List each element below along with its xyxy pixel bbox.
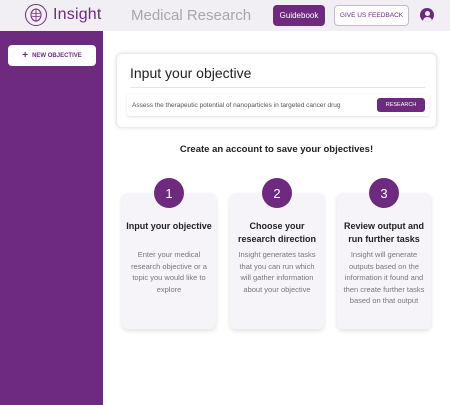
sidebar: + NEW OBJECTIVE: [0, 31, 103, 405]
step-card: 3 Review output and run further tasks In…: [337, 178, 431, 329]
step-number-badge: 2: [262, 178, 292, 208]
create-account-prompt: Create an account to save your objective…: [179, 144, 374, 155]
step-number-badge: 3: [369, 178, 399, 208]
avatar-head: [424, 10, 430, 16]
guidebook-button[interactable]: Guidebook: [273, 5, 325, 26]
feedback-button[interactable]: GIVE US FEEDBACK: [334, 5, 409, 26]
step-number-badge: 1: [154, 178, 184, 208]
step-title: Choose your research direction: [237, 221, 317, 244]
brain-logo-icon: [25, 4, 47, 26]
step-title: Review output and run further tasks: [343, 221, 424, 244]
logo-text: Insight: [53, 6, 102, 23]
objective-title: Input your objective: [130, 65, 252, 81]
new-objective-label: NEW OBJECTIVE: [32, 52, 82, 59]
step-description: Insight generates tasks that you can run…: [238, 250, 316, 294]
objective-card: Input your objective RESEARCH: [116, 53, 437, 128]
plus-icon: +: [22, 49, 29, 61]
step-title: Input your objective: [126, 221, 212, 231]
objective-input-wrapper: RESEARCH: [127, 94, 429, 116]
divider: [130, 87, 425, 88]
page-title: Medical Research: [131, 7, 252, 24]
new-objective-button[interactable]: + NEW OBJECTIVE: [8, 45, 96, 66]
objective-input[interactable]: [132, 96, 372, 114]
step-description: Enter your medical research objective or…: [131, 250, 207, 294]
main-content: Input your objective RESEARCH Create an …: [103, 31, 450, 405]
top-header: Insight Medical Research Guidebook GIVE …: [0, 0, 450, 31]
step-card: 2 Choose your research direction Insight…: [230, 178, 324, 329]
step-description: Insight will generate outputs based on t…: [343, 250, 425, 305]
user-avatar-icon[interactable]: [420, 8, 434, 22]
avatar-body: [422, 16, 432, 22]
step-card: 1 Input your objective Enter your medica…: [122, 178, 216, 329]
research-button[interactable]: RESEARCH: [377, 98, 425, 112]
